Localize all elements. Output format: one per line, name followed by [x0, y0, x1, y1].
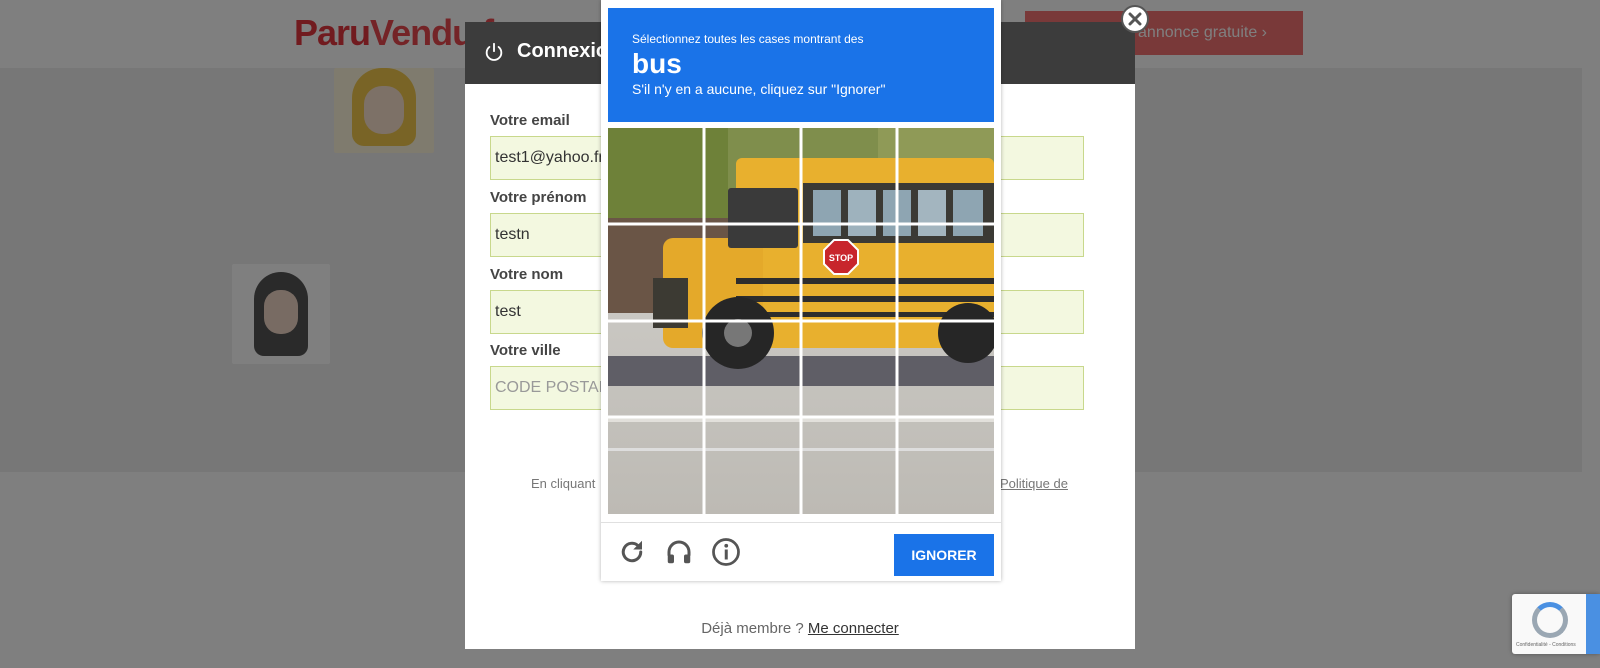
grid-tile[interactable]: [899, 322, 994, 417]
grid-tile[interactable]: [608, 322, 703, 417]
grid-tile[interactable]: [899, 225, 994, 320]
power-icon: [485, 42, 503, 61]
grid-tile[interactable]: [802, 128, 897, 223]
login-link[interactable]: Me connecter: [808, 620, 899, 637]
grid-tile[interactable]: [705, 419, 800, 514]
close-icon: [1128, 12, 1142, 26]
privacy-policy-link[interactable]: Politique de: [1000, 476, 1068, 491]
recaptcha-badge-tab: [1586, 594, 1600, 654]
grid-tile[interactable]: [705, 225, 800, 320]
lastname-label: Votre nom: [490, 266, 564, 283]
grid-tile[interactable]: [802, 419, 897, 514]
audio-icon[interactable]: [664, 537, 694, 567]
grid-tile[interactable]: [802, 322, 897, 417]
challenge-header: Sélectionnez toutes les cases montrant d…: [608, 8, 994, 122]
recaptcha-logo-icon: [1532, 602, 1568, 638]
firstname-label: Votre prénom: [490, 189, 587, 206]
grid-tile[interactable]: [608, 225, 703, 320]
reload-icon[interactable]: [617, 537, 647, 567]
email-label: Votre email: [490, 112, 570, 129]
grid-tile[interactable]: [899, 128, 994, 223]
challenge-grid: [608, 128, 994, 514]
challenge-instruction: Sélectionnez toutes les cases montrant d…: [632, 32, 864, 46]
city-label: Votre ville: [490, 342, 561, 359]
close-modal-button[interactable]: [1121, 5, 1149, 33]
recaptcha-badge-text: Confidentialité - Conditions: [1516, 642, 1576, 648]
ignore-button[interactable]: IGNORER: [894, 534, 994, 576]
grid-tile[interactable]: [705, 128, 800, 223]
grid-tile[interactable]: [899, 419, 994, 514]
challenge-target: bus: [632, 48, 682, 79]
grid-tile[interactable]: [705, 322, 800, 417]
member-text: Déjà membre ?: [701, 620, 804, 637]
legal-text: En cliquant: [531, 476, 596, 491]
recaptcha-badge[interactable]: Confidentialité - Conditions: [1512, 594, 1600, 654]
recaptcha-challenge: Sélectionnez toutes les cases montrant d…: [601, 0, 1001, 581]
info-icon[interactable]: [711, 537, 741, 567]
challenge-footer: IGNORER: [601, 522, 1001, 582]
already-member: Déjà membre ? Me connecter: [465, 620, 1135, 637]
grid-tile[interactable]: [802, 225, 897, 320]
grid-tile[interactable]: [608, 419, 703, 514]
grid-tile[interactable]: [608, 128, 703, 223]
challenge-hint: S'il n'y en a aucune, cliquez sur "Ignor…: [632, 81, 886, 97]
